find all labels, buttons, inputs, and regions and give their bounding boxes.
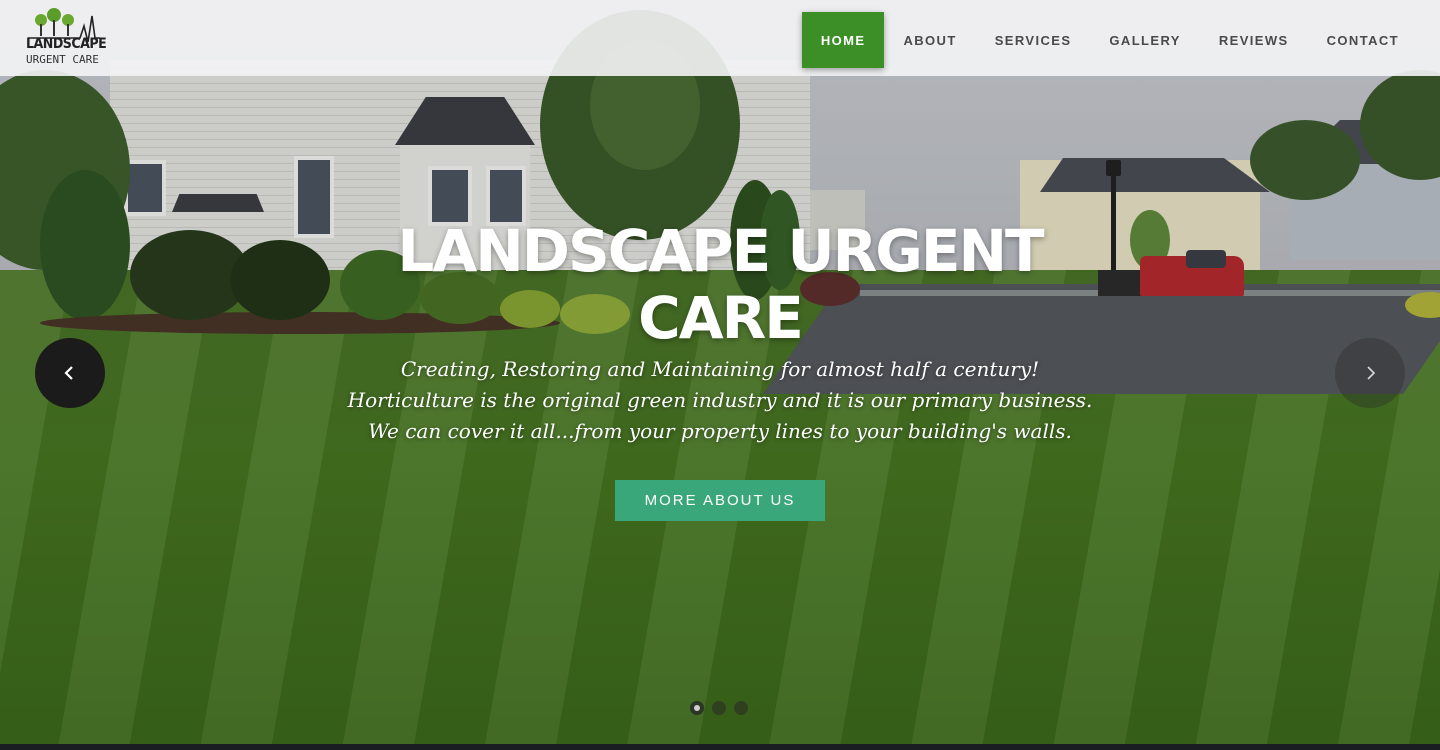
nav-about[interactable]: ABOUT — [884, 12, 975, 68]
slider-indicators — [690, 701, 748, 715]
logo-text-primary: LANDSCAPE — [26, 36, 107, 52]
nav-home[interactable]: HOME — [801, 12, 885, 68]
page-bottom-strip — [0, 744, 1440, 750]
main-nav: HOME ABOUT SERVICES GALLERY REVIEWS CONT… — [801, 12, 1418, 68]
nav-services[interactable]: SERVICES — [976, 12, 1091, 68]
hero-title-line2: CARE — [638, 284, 804, 352]
hero-title-line1: LANDSCAPE URGENT — [397, 217, 1044, 285]
site-header: LANDSCAPE URGENT CARE HOME ABOUT SERVICE… — [0, 0, 1440, 76]
slider-dot-1[interactable] — [690, 701, 704, 715]
site-logo[interactable]: LANDSCAPE URGENT CARE — [24, 8, 107, 70]
nav-gallery[interactable]: GALLERY — [1090, 12, 1199, 68]
nav-reviews[interactable]: REVIEWS — [1200, 12, 1308, 68]
chevron-right-icon — [1367, 366, 1376, 380]
slider-dot-2[interactable] — [712, 701, 726, 715]
chevron-left-icon — [64, 366, 73, 380]
slider-next-button[interactable] — [1335, 338, 1405, 408]
hero-subtitle: Creating, Restoring and Maintaining for … — [347, 357, 1093, 443]
slider-prev-button[interactable] — [35, 338, 105, 408]
hero-title: LANDSCAPE URGENT CARE — [320, 218, 1120, 352]
slider-dot-3[interactable] — [734, 701, 748, 715]
nav-contact[interactable]: CONTACT — [1308, 12, 1418, 68]
more-about-us-button[interactable]: MORE ABOUT US — [615, 480, 825, 521]
logo-text-secondary: URGENT CARE — [26, 53, 99, 66]
